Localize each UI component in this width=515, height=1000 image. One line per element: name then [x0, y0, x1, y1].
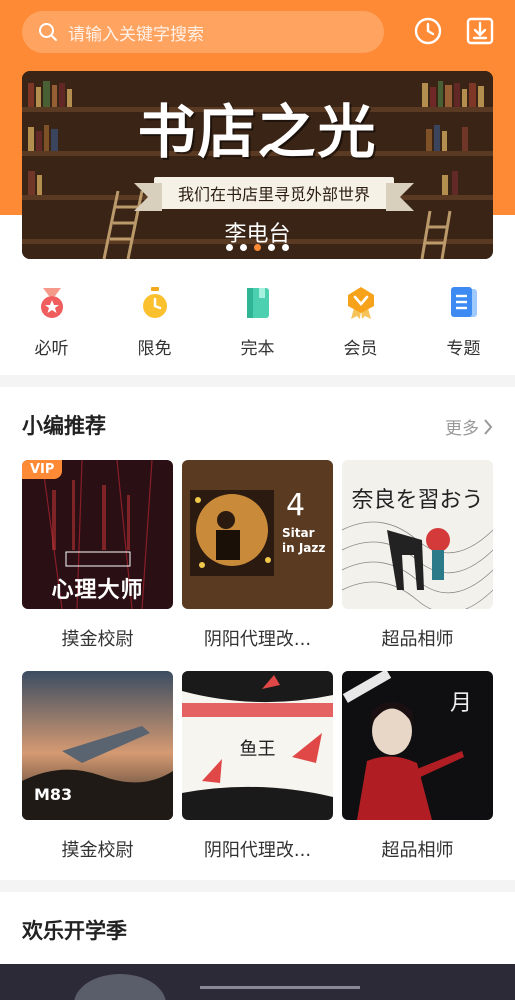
promo-banner[interactable]: 书店之光 我们在书店里寻觅外部世界 李电台 [22, 71, 493, 259]
book-cover[interactable]: 鱼王 [182, 671, 333, 820]
book-cover[interactable]: M83 [22, 671, 173, 820]
vip-badge: VIP [22, 460, 63, 479]
book-cover[interactable]: 心理大师 VIP [22, 460, 173, 609]
vip-badge-icon [347, 287, 374, 319]
quick-nav-limited-free[interactable]: 限免 [103, 286, 206, 359]
quick-nav-label: 限免 [137, 339, 172, 359]
more-link[interactable]: 更多 [445, 414, 493, 439]
book-cover[interactable]: 奈良を習おう [342, 460, 493, 609]
cover-title: Sitar in Jazz [282, 526, 326, 555]
search-placeholder: 请输入关键字搜索 [68, 24, 204, 45]
quick-nav-label: 专题 [446, 339, 481, 359]
book-title[interactable]: 阴阳代理改... [182, 836, 333, 862]
chevron-right-icon [484, 418, 493, 435]
book-title[interactable]: 阴阳代理改... [182, 625, 333, 651]
book-title[interactable]: 超品相师 [342, 836, 493, 862]
book-title[interactable]: 超品相师 [342, 625, 493, 651]
cover-title: 月 [450, 691, 473, 716]
carousel-dot[interactable] [226, 244, 233, 251]
book-cover[interactable]: 4 Sitar in Jazz [182, 460, 333, 609]
book-card[interactable]: 鱼王 阴阳代理改... [182, 671, 333, 862]
carousel-dot[interactable] [240, 244, 247, 251]
book-cover[interactable]: 月 [342, 671, 493, 820]
medal-icon [40, 288, 63, 318]
stopwatch-icon [142, 287, 167, 318]
carousel-dots[interactable] [22, 244, 493, 251]
book-title[interactable]: 摸金校尉 [22, 625, 173, 651]
book-title[interactable]: 摸金校尉 [22, 836, 173, 862]
carousel-dot[interactable] [282, 244, 289, 251]
quick-nav-label: 必听 [34, 339, 69, 359]
history-clock-icon[interactable] [413, 16, 443, 46]
quick-nav-topics[interactable]: 专题 [412, 286, 515, 359]
banner-ribbon: 我们在书店里寻觅外部世界 [134, 177, 414, 211]
book-icon [246, 288, 269, 318]
book-card[interactable]: 月 超品相师 [342, 671, 493, 862]
quick-nav-label: 会员 [343, 339, 378, 359]
cover-title: 鱼王 [239, 739, 276, 760]
book-card[interactable]: 4 Sitar in Jazz 阴阳代理改... [182, 460, 333, 651]
quick-nav: 必听 限免 完本 会员 专题 [0, 286, 515, 359]
season-banner-preview[interactable] [0, 964, 515, 1000]
section-title-season: 欢乐开学季 [22, 919, 127, 943]
cover-title: 奈良を習おう [351, 488, 484, 513]
book-card[interactable]: M83 摸金校尉 [22, 671, 173, 862]
more-label: 更多 [445, 419, 479, 439]
search-bar[interactable]: 请输入关键字搜索 [22, 11, 384, 53]
carousel-dot-active[interactable] [254, 244, 261, 251]
search-icon [39, 23, 57, 41]
section-title-editor-picks: 小编推荐 [22, 414, 106, 438]
cover-number: 4 [286, 488, 306, 523]
download-icon[interactable] [465, 16, 495, 46]
quick-nav-must-listen[interactable]: 必听 [0, 286, 103, 359]
cover-title: 心理大师 [51, 578, 144, 603]
carousel-dot[interactable] [268, 244, 275, 251]
quick-nav-member[interactable]: 会员 [309, 286, 412, 359]
document-list-icon [450, 287, 477, 317]
season-banner-art [74, 974, 360, 1000]
quick-nav-complete[interactable]: 完本 [206, 286, 309, 359]
book-card[interactable]: 心理大师 VIP 摸金校尉 [22, 460, 173, 651]
banner-title: 书店之光 [137, 98, 378, 166]
cover-title: M83 [34, 785, 73, 804]
quick-nav-label: 完本 [240, 339, 275, 359]
book-card[interactable]: 奈良を習おう 超品相师 [342, 460, 493, 651]
